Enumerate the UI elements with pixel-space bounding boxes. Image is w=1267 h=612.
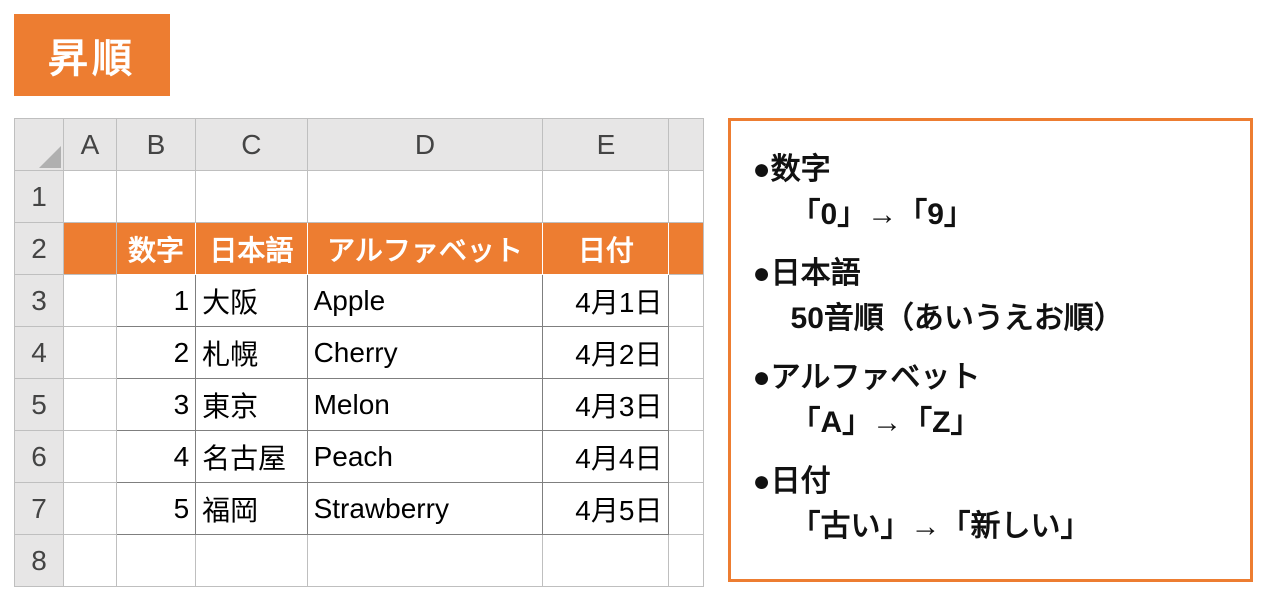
row-header-2[interactable]: 2 (15, 223, 64, 275)
rule-date-body: 「古い」→「新しい」 (753, 504, 1228, 549)
cell-E1[interactable] (543, 171, 669, 223)
row-header-7[interactable]: 7 (15, 483, 64, 535)
cell-D4[interactable]: Cherry (307, 327, 543, 379)
cell-C1[interactable] (196, 171, 307, 223)
cell-C8[interactable] (196, 535, 307, 587)
cell-A2[interactable] (63, 223, 116, 275)
cell-B4[interactable]: 2 (116, 327, 195, 379)
cell-F3[interactable] (669, 275, 703, 327)
row-header-6[interactable]: 6 (15, 431, 64, 483)
select-all-corner[interactable] (15, 119, 64, 171)
row-5: 5 3 東京 Melon 4月3日 (15, 379, 704, 431)
cell-B8[interactable] (116, 535, 195, 587)
rule-alphabet-title: ●アルファベット (753, 361, 981, 394)
cell-E8[interactable] (543, 535, 669, 587)
cell-D6[interactable]: Peach (307, 431, 543, 483)
cell-A4[interactable] (63, 327, 116, 379)
rule-date: ●日付 「古い」→「新しい」 (753, 459, 1228, 549)
table-header-date[interactable]: 日付 (543, 223, 669, 275)
cell-F2[interactable] (669, 223, 703, 275)
table-header-japanese[interactable]: 日本語 (196, 223, 307, 275)
cell-C5[interactable]: 東京 (196, 379, 307, 431)
cell-C3[interactable]: 大阪 (196, 275, 307, 327)
cell-D8[interactable] (307, 535, 543, 587)
row-header-4[interactable]: 4 (15, 327, 64, 379)
cell-F6[interactable] (669, 431, 703, 483)
row-header-8[interactable]: 8 (15, 535, 64, 587)
cell-A1[interactable] (63, 171, 116, 223)
cell-E3[interactable]: 4月1日 (543, 275, 669, 327)
rule-number-body: 「0」→「9」 (753, 192, 1228, 237)
cell-A8[interactable] (63, 535, 116, 587)
table-header-number[interactable]: 数字 (116, 223, 195, 275)
row-2: 2 数字 日本語 アルファベット 日付 (15, 223, 704, 275)
spreadsheet: A B C D E 1 2 数字 日本語 アルファベット 日付 3 (14, 118, 704, 587)
row-8: 8 (15, 535, 704, 587)
rule-japanese: ●日本語 50音順（あいうえお順） (753, 251, 1228, 341)
col-header-E[interactable]: E (543, 119, 669, 171)
row-header-5[interactable]: 5 (15, 379, 64, 431)
cell-B7[interactable]: 5 (116, 483, 195, 535)
col-header-A[interactable]: A (63, 119, 116, 171)
rule-number-title: ●数字 (753, 153, 831, 186)
cell-F4[interactable] (669, 327, 703, 379)
cell-B6[interactable]: 4 (116, 431, 195, 483)
row-header-1[interactable]: 1 (15, 171, 64, 223)
rule-number: ●数字 「0」→「9」 (753, 147, 1228, 237)
cell-F5[interactable] (669, 379, 703, 431)
cell-C7[interactable]: 福岡 (196, 483, 307, 535)
table-header-alphabet[interactable]: アルファベット (307, 223, 543, 275)
title-badge: 昇順 (14, 14, 170, 96)
select-all-triangle-icon (39, 146, 61, 168)
rule-japanese-title: ●日本語 (753, 257, 861, 290)
cell-D1[interactable] (307, 171, 543, 223)
cell-A5[interactable] (63, 379, 116, 431)
cell-C6[interactable]: 名古屋 (196, 431, 307, 483)
content-row: A B C D E 1 2 数字 日本語 アルファベット 日付 3 (14, 118, 1253, 587)
cell-F8[interactable] (669, 535, 703, 587)
cell-B1[interactable] (116, 171, 195, 223)
col-header-B[interactable]: B (116, 119, 195, 171)
rule-japanese-body: 50音順（あいうえお順） (753, 296, 1228, 341)
cell-A6[interactable] (63, 431, 116, 483)
title-text: 昇順 (48, 37, 136, 81)
cell-B3[interactable]: 1 (116, 275, 195, 327)
col-header-C[interactable]: C (196, 119, 307, 171)
cell-A3[interactable] (63, 275, 116, 327)
cell-E7[interactable]: 4月5日 (543, 483, 669, 535)
col-header-extra[interactable] (669, 119, 703, 171)
row-header-3[interactable]: 3 (15, 275, 64, 327)
row-4: 4 2 札幌 Cherry 4月2日 (15, 327, 704, 379)
rules-box: ●数字 「0」→「9」 ●日本語 50音順（あいうえお順） ●アルファベット 「… (728, 118, 1253, 582)
row-1: 1 (15, 171, 704, 223)
cell-D3[interactable]: Apple (307, 275, 543, 327)
rule-alphabet: ●アルファベット 「A」→「Z」 (753, 355, 1228, 445)
cell-E5[interactable]: 4月3日 (543, 379, 669, 431)
row-3: 3 1 大阪 Apple 4月1日 (15, 275, 704, 327)
cell-C4[interactable]: 札幌 (196, 327, 307, 379)
cell-E4[interactable]: 4月2日 (543, 327, 669, 379)
cell-E6[interactable]: 4月4日 (543, 431, 669, 483)
rule-date-title: ●日付 (753, 465, 831, 498)
rule-alphabet-body: 「A」→「Z」 (753, 400, 1228, 445)
column-header-row: A B C D E (15, 119, 704, 171)
cell-D5[interactable]: Melon (307, 379, 543, 431)
row-7: 7 5 福岡 Strawberry 4月5日 (15, 483, 704, 535)
row-6: 6 4 名古屋 Peach 4月4日 (15, 431, 704, 483)
cell-F7[interactable] (669, 483, 703, 535)
cell-D7[interactable]: Strawberry (307, 483, 543, 535)
col-header-D[interactable]: D (307, 119, 543, 171)
cell-A7[interactable] (63, 483, 116, 535)
cell-B5[interactable]: 3 (116, 379, 195, 431)
cell-F1[interactable] (669, 171, 703, 223)
